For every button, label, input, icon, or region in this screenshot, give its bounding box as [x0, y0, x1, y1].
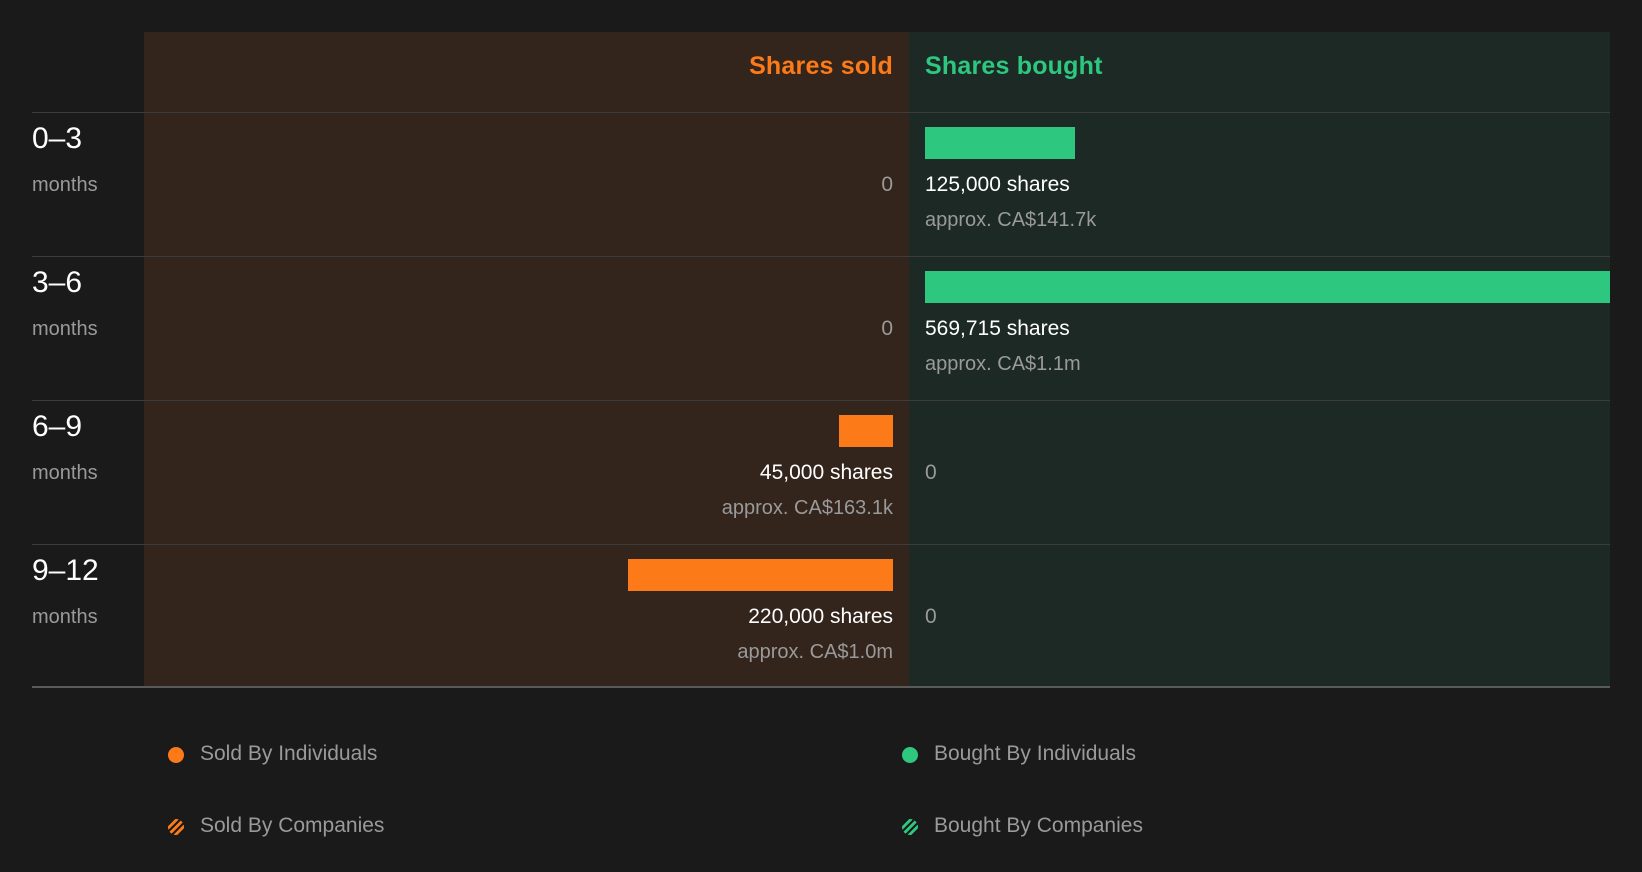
period-unit-label: months: [32, 606, 98, 628]
period-unit-label: months: [32, 318, 98, 340]
legend-label: Bought By Individuals: [934, 742, 1136, 765]
legend-label: Sold By Companies: [200, 814, 385, 837]
period-unit-label: months: [32, 462, 98, 484]
sold-value-label: approx. CA$1.0m: [737, 641, 893, 663]
bought-shares-label: 125,000 shares: [925, 173, 1070, 196]
period-unit-label: months: [32, 174, 98, 196]
legend-marker: [168, 819, 184, 835]
sold-zero-label: 0: [881, 317, 893, 340]
period-label: 9–12: [32, 554, 99, 587]
row-separator: [32, 544, 1610, 545]
row-separator: [32, 112, 1610, 113]
legend-label: Bought By Companies: [934, 814, 1143, 837]
bought-shares-label: 569,715 shares: [925, 317, 1070, 340]
legend-marker: [902, 747, 918, 763]
bought-bar: [925, 127, 1076, 159]
sold-shares-label: 45,000 shares: [759, 461, 893, 484]
row-separator: [32, 400, 1610, 401]
sold-zero-label: 0: [881, 173, 893, 196]
sold-value-label: approx. CA$163.1k: [721, 497, 893, 519]
sold-shares-label: 220,000 shares: [748, 605, 893, 628]
bought-zero-label: 0: [925, 461, 937, 484]
period-label: 3–6: [32, 266, 83, 299]
insider-trading-chart: Shares sold Shares bought 0–3 months 0 125,…: [0, 0, 1642, 872]
period-label: 0–3: [32, 122, 83, 155]
legend-marker: [168, 747, 184, 763]
bought-zero-label: 0: [925, 605, 937, 628]
shares-sold-header: Shares sold: [749, 52, 893, 80]
sold-bar: [628, 559, 893, 591]
shares-bought-header: Shares bought: [925, 52, 1103, 80]
legend-marker: [902, 819, 918, 835]
bought-value-label: approx. CA$1.1m: [925, 353, 1081, 375]
period-label: 6–9: [32, 410, 83, 443]
row-separator: [32, 256, 1610, 257]
bought-bar: [925, 271, 1610, 303]
sold-bar: [838, 415, 893, 447]
axis-baseline: [32, 686, 1610, 688]
bought-value-label: approx. CA$141.7k: [925, 209, 1097, 231]
legend-label: Sold By Individuals: [200, 742, 378, 765]
